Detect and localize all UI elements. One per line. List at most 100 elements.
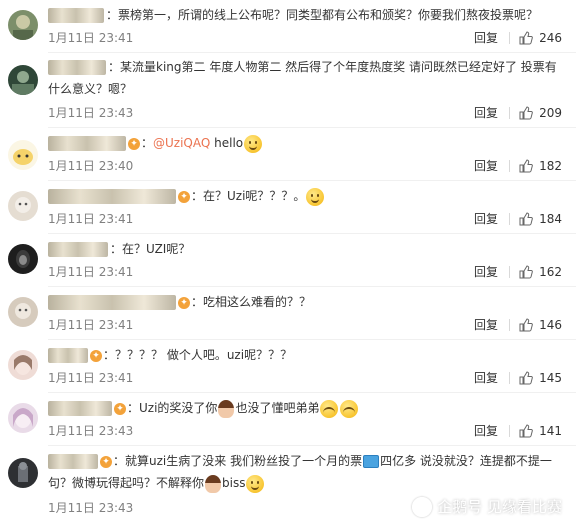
username-blurred[interactable] <box>48 8 104 23</box>
divider <box>509 319 510 331</box>
row-divider <box>48 339 576 340</box>
divider <box>509 160 510 172</box>
thumbs-up-icon <box>519 212 533 226</box>
comment-text: 某流量king第二 年度人物第二 然后得了个年度热度奖 请问既然已经定好了 投票… <box>48 60 557 96</box>
divider <box>509 372 510 384</box>
girl-emoji-icon <box>205 474 222 493</box>
thumbs-up-icon <box>519 31 533 45</box>
comment-body: ✦ ：Uzi的奖没了你 也没了懂吧弟弟 <box>48 397 562 419</box>
comment-body: ：票榜第一，所谓的线上公布呢？同类型都有公布和颁奖？你要我们熬夜投票呢？ <box>48 4 562 26</box>
username-blurred[interactable] <box>48 136 126 151</box>
reply-button[interactable]: 回复 <box>474 421 498 441</box>
comment-date: 1月11日 23:41 <box>48 212 134 226</box>
watermark-logo-icon <box>412 496 433 517</box>
like-button[interactable]: 246 <box>519 28 562 48</box>
comment-text: hello <box>210 136 244 150</box>
comment-body: ✦ ：@UziQAQ hello <box>48 132 562 154</box>
username-blurred[interactable] <box>48 242 108 257</box>
comment-meta: 1月11日 23:41 回复 246 <box>48 28 562 48</box>
comment-text: ？？？？ 做个人吧。uzi呢？？？ <box>115 348 293 362</box>
avatar[interactable] <box>8 350 38 380</box>
comment-body: ✦ ：在？Uzi呢？？？。 <box>48 185 562 207</box>
comment-meta: 1月11日 23:41 回复 162 <box>48 262 562 282</box>
comment-date: 1月11日 23:41 <box>48 318 134 332</box>
username-blurred[interactable] <box>48 401 112 416</box>
avatar[interactable] <box>8 403 38 433</box>
reply-button[interactable]: 回复 <box>474 262 498 282</box>
crying-emoji-icon <box>340 399 359 418</box>
comment-text: biss <box>222 476 246 490</box>
reply-button[interactable]: 回复 <box>474 209 498 229</box>
row-divider <box>48 233 576 234</box>
comment-meta: 1月11日 23:43 回复 141 <box>48 421 562 441</box>
comment-text: 也没了懂吧弟弟 <box>235 401 320 415</box>
comment-text: Uzi的奖没了你 <box>139 401 218 415</box>
username-blurred[interactable] <box>48 189 176 204</box>
thumbs-up-icon <box>519 424 533 438</box>
like-count: 182 <box>539 159 562 173</box>
comment-date: 1月11日 23:43 <box>48 424 134 438</box>
like-button[interactable]: 162 <box>519 262 562 282</box>
comment-body: ✦ ：吃相这么难看的？？ <box>48 291 562 313</box>
username-blurred[interactable] <box>48 348 88 363</box>
avatar[interactable] <box>8 140 38 170</box>
like-count: 246 <box>539 31 562 45</box>
mention-link[interactable]: @UziQAQ <box>153 136 210 150</box>
like-button[interactable]: 209 <box>519 103 562 123</box>
comment-body: ✦ ：就算uzi生病了没来 我们粉丝投了一个月的票 四亿多 说没就没？连提都不提一句… <box>48 450 562 494</box>
watermark: 企鹅号 见缘看比赛 <box>412 496 562 517</box>
like-button[interactable]: 184 <box>519 209 562 229</box>
comment-text: 吃相这么难看的？？ <box>203 295 312 309</box>
thumbs-up-icon <box>519 106 533 120</box>
reply-button[interactable]: 回复 <box>474 28 498 48</box>
comment-body: ：在？UZI呢？ <box>48 238 562 260</box>
like-button[interactable]: 182 <box>519 156 562 176</box>
row-divider <box>48 392 576 393</box>
like-count: 209 <box>539 106 562 120</box>
avatar[interactable] <box>8 458 38 488</box>
avatar[interactable] <box>8 191 38 221</box>
row-divider <box>48 286 576 287</box>
smile-emoji-icon <box>306 187 325 206</box>
thumbs-up-icon <box>519 265 533 279</box>
like-button[interactable]: 145 <box>519 368 562 388</box>
like-button[interactable]: 141 <box>519 421 562 441</box>
comment-text: 票榜第一，所谓的线上公布呢？同类型都有公布和颁奖？你要我们熬夜投票呢？ <box>118 8 539 22</box>
like-count: 162 <box>539 265 562 279</box>
avatar[interactable] <box>8 244 38 274</box>
like-button[interactable]: 146 <box>519 315 562 335</box>
divider <box>509 266 510 278</box>
avatar[interactable] <box>8 10 38 40</box>
reply-button[interactable]: 回复 <box>474 156 498 176</box>
comment-meta: 1月11日 23:41 回复 145 <box>48 368 562 388</box>
comment-text: 在？UZI呢？ <box>122 242 191 256</box>
comment-body: ：某流量king第二 年度人物第二 然后得了个年度热度奖 请问既然已经定好了 投… <box>48 60 557 96</box>
divider <box>509 107 510 119</box>
avatar[interactable] <box>8 297 38 327</box>
row-divider <box>48 52 576 53</box>
comment-date: 1月11日 23:40 <box>48 159 134 173</box>
smile-emoji-icon <box>244 134 263 153</box>
comment-meta: 1月11日 23:40 回复 182 <box>48 156 562 176</box>
watermark-text: 企鹅号 见缘看比赛 <box>437 498 562 516</box>
verified-badge-icon: ✦ <box>178 190 190 203</box>
comment-meta: 1月11日 23:41 回复 184 <box>48 209 562 229</box>
reply-button[interactable]: 回复 <box>474 368 498 388</box>
like-count: 146 <box>539 318 562 332</box>
comment-text: 在？Uzi呢？？？。 <box>203 189 306 203</box>
reply-button[interactable]: 回复 <box>474 315 498 335</box>
smile-emoji-icon <box>246 474 265 493</box>
tv-emoji-icon <box>363 455 380 468</box>
row-divider <box>48 445 576 446</box>
reply-button[interactable]: 回复 <box>474 103 498 123</box>
like-count: 145 <box>539 371 562 385</box>
verified-badge-icon: ✦ <box>114 402 126 415</box>
comment-meta: 1月11日 23:43 回复 209 <box>48 103 562 123</box>
username-blurred[interactable] <box>48 60 106 75</box>
username-blurred[interactable] <box>48 295 176 310</box>
comment-meta: 1月11日 23:41 回复 146 <box>48 315 562 335</box>
comment-body: ✦：？？？？ 做个人吧。uzi呢？？？ <box>48 344 562 366</box>
verified-badge-icon: ✦ <box>128 137 140 150</box>
avatar[interactable] <box>8 65 38 95</box>
username-blurred[interactable] <box>48 454 98 469</box>
